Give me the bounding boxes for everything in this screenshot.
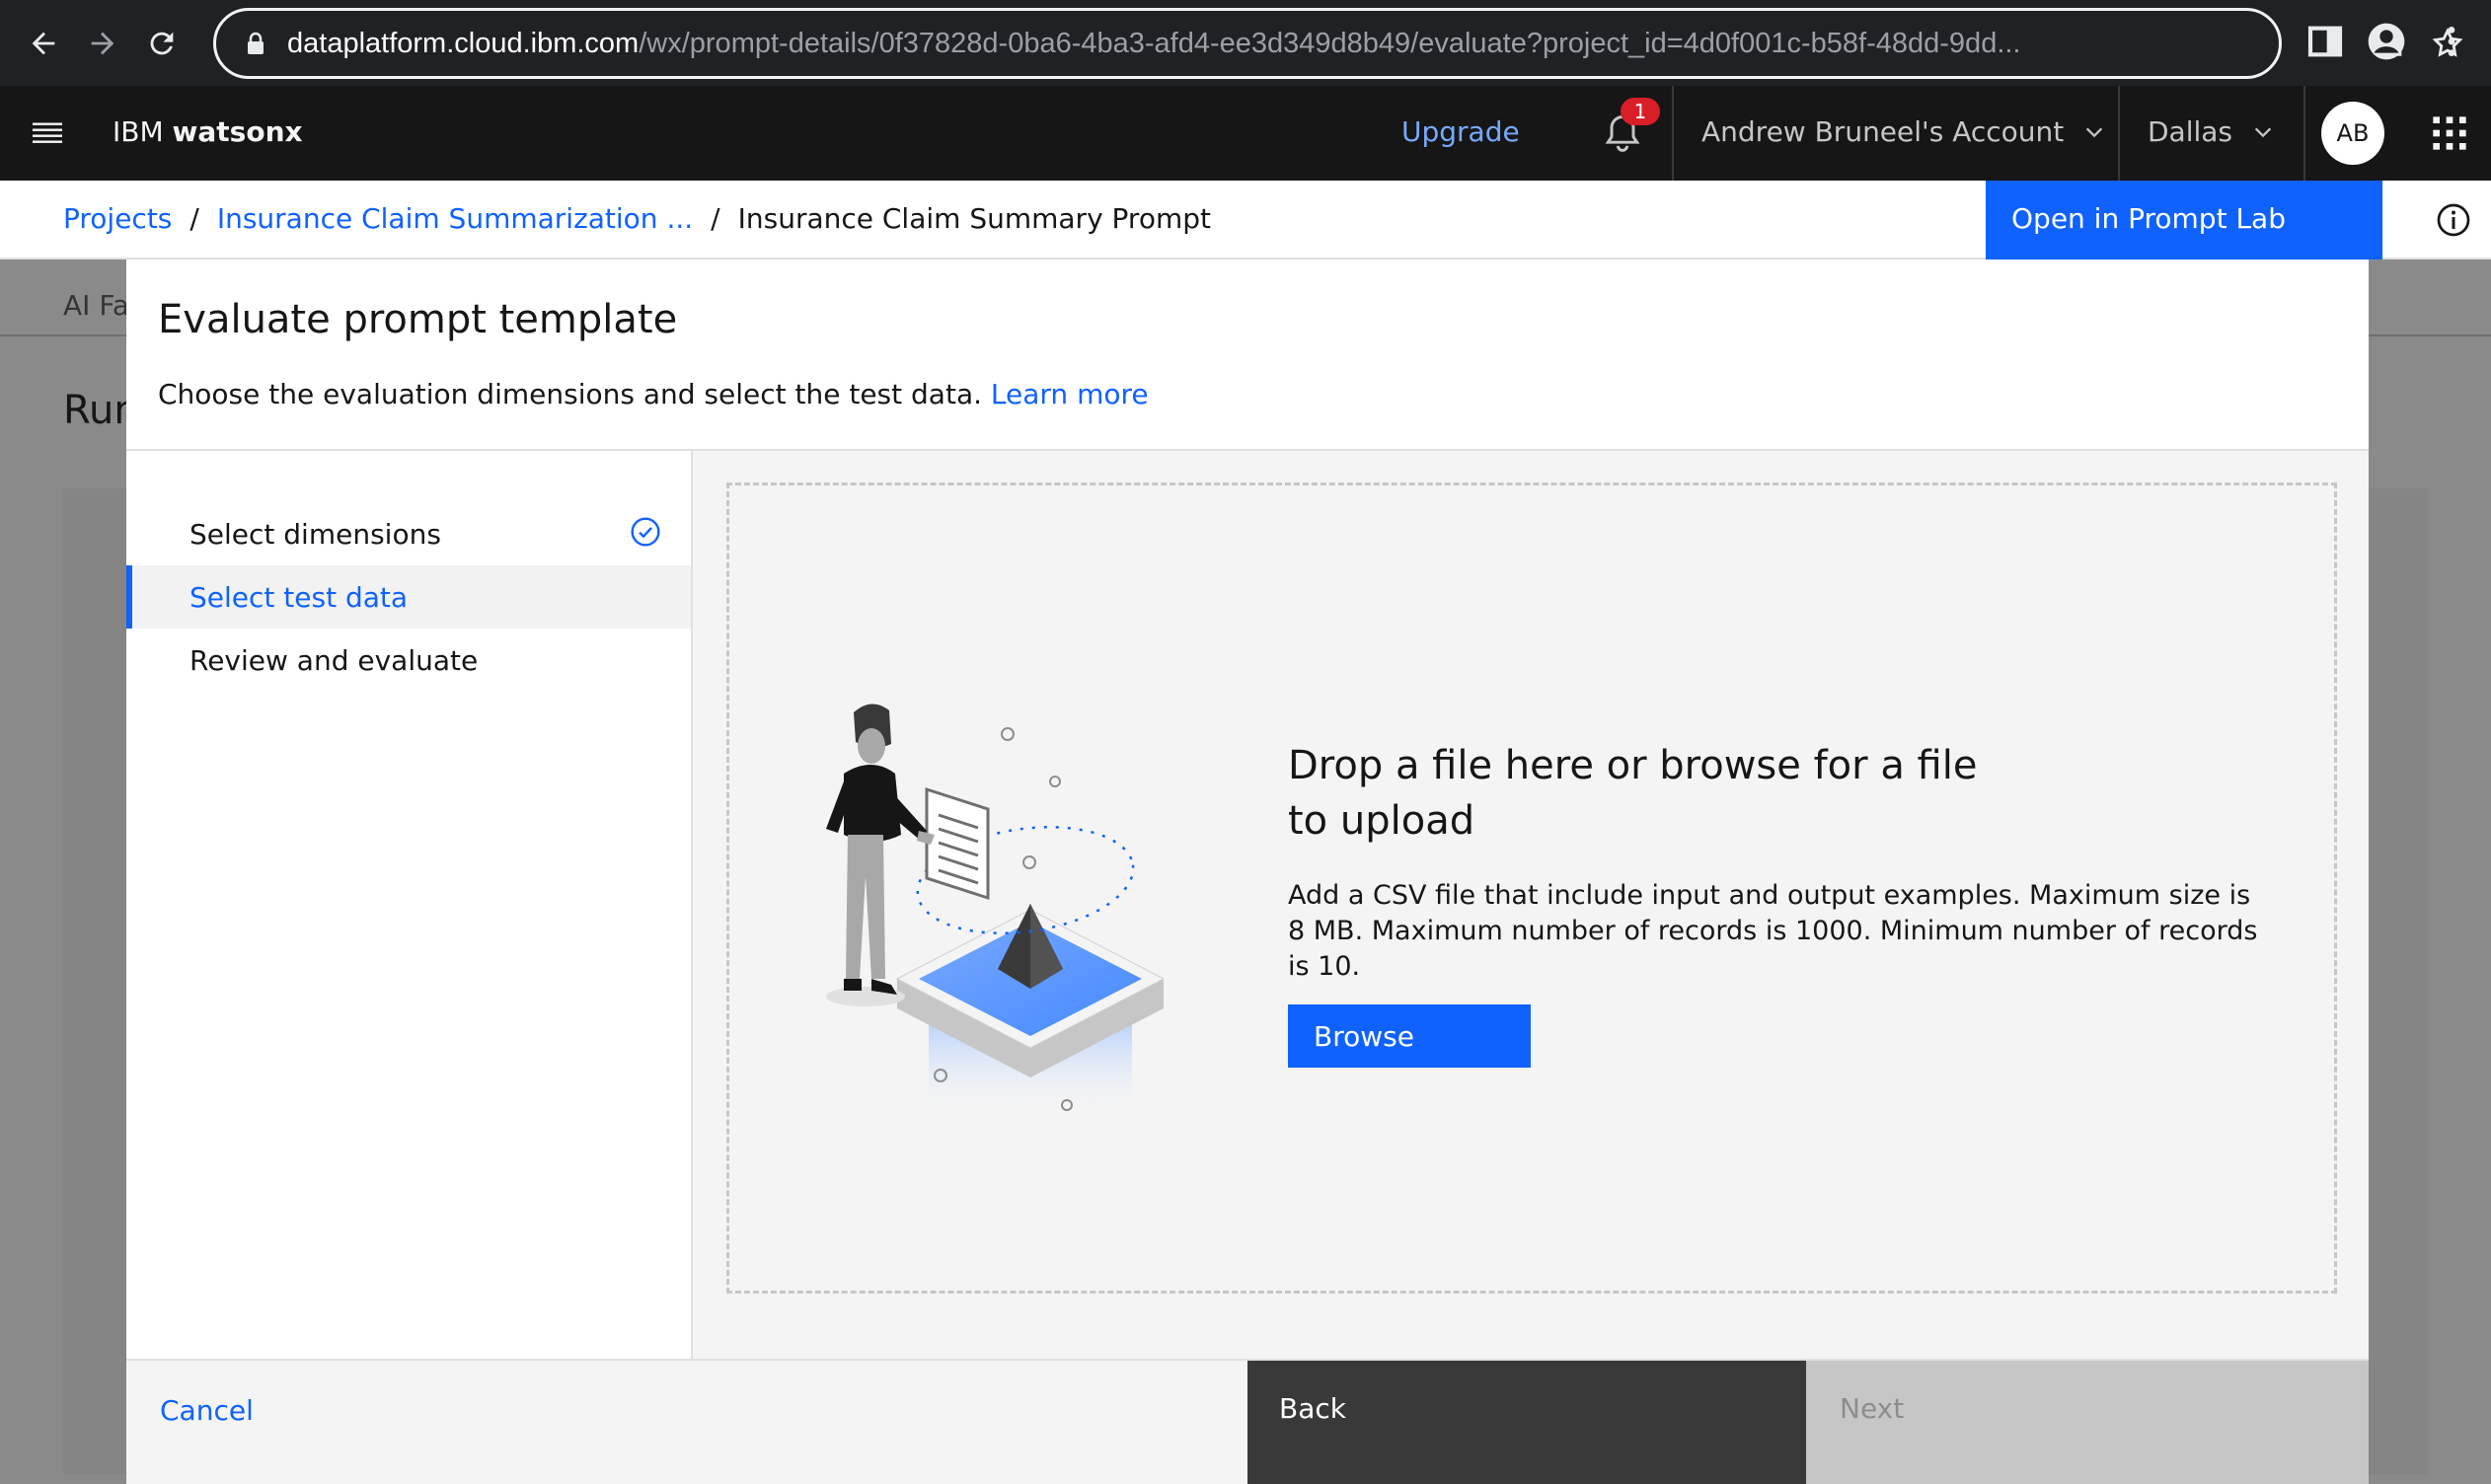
modal-title: Evaluate prompt template [158, 297, 678, 342]
upgrade-link[interactable]: Upgrade [1401, 115, 1520, 148]
lock-icon [248, 32, 264, 54]
chevron-down-icon [2254, 127, 2272, 137]
checkmark-circle-icon [631, 517, 660, 547]
step-label: Select dimensions [189, 518, 441, 551]
url-text: dataplatform.cloud.ibm.com/wx/prompt-det… [287, 27, 2021, 59]
breadcrumb-separator: / [189, 202, 199, 235]
step-select-dimensions[interactable]: Select dimensions [126, 502, 691, 565]
forward-arrow-icon[interactable] [73, 14, 132, 73]
notification-count-badge: 1 [1621, 98, 1660, 125]
step-select-test-data[interactable]: Select test data [126, 565, 691, 629]
next-button[interactable]: Next [1806, 1361, 2369, 1484]
header-divider [1672, 86, 1674, 181]
breadcrumb: Projects / Insurance Claim Summarization… [63, 202, 1211, 235]
step-review-and-evaluate[interactable]: Review and evaluate [126, 629, 691, 692]
info-icon[interactable] [2436, 202, 2471, 238]
chevron-down-icon [2086, 127, 2103, 137]
learn-more-link[interactable]: Learn more [991, 378, 1149, 410]
product-name[interactable]: IBM watsonx [113, 115, 303, 148]
modal-footer: Cancel Back Next [126, 1359, 2369, 1484]
app-switcher-icon[interactable] [2430, 113, 2469, 153]
browser-menu-icon[interactable] [2432, 22, 2471, 61]
dropzone-description: Add a CSV file that include input and ou… [1288, 880, 2258, 982]
browse-button[interactable]: Browse [1288, 1004, 1531, 1068]
open-in-prompt-lab-button[interactable]: Open in Prompt Lab [1986, 181, 2382, 260]
step-label: Review and evaluate [189, 644, 479, 677]
back-arrow-icon[interactable] [14, 14, 73, 73]
breadcrumb-bar: Projects / Insurance Claim Summarization… [0, 181, 2491, 260]
profile-icon[interactable] [2367, 22, 2406, 61]
evaluate-modal: Evaluate prompt template Choose the eval… [126, 260, 2369, 1484]
header-divider [2118, 86, 2120, 181]
hamburger-menu-icon[interactable] [30, 115, 65, 151]
region-switcher[interactable]: Dallas [2148, 115, 2274, 148]
breadcrumb-project[interactable]: Insurance Claim Summarization ... [217, 202, 693, 235]
breadcrumb-separator: / [711, 202, 720, 235]
breadcrumb-projects[interactable]: Projects [63, 202, 172, 235]
dropzone-title: Drop a file here or browse for a file to… [1288, 743, 1978, 844]
avatar[interactable]: AB [2321, 102, 2384, 165]
app-header: IBM watsonx Upgrade 1 Andrew Bruneel's A… [0, 86, 2491, 181]
upload-illustration [826, 704, 1164, 1117]
account-label: Andrew Bruneel's Account [1701, 115, 2065, 148]
browser-toolbar: dataplatform.cloud.ibm.com/wx/prompt-det… [0, 0, 2491, 86]
reload-icon[interactable] [132, 14, 191, 73]
region-label: Dallas [2148, 115, 2233, 148]
step-label: Select test data [189, 581, 409, 614]
progress-steps: Select dimensions Select test data Revie… [126, 451, 693, 1359]
back-button[interactable]: Back [1247, 1361, 1806, 1484]
account-switcher[interactable]: Andrew Bruneel's Account [1701, 115, 2105, 148]
modal-subtitle: Choose the evaluation dimensions and sel… [158, 378, 1149, 410]
header-divider [2303, 86, 2305, 181]
cancel-button[interactable]: Cancel [160, 1394, 254, 1427]
address-bar[interactable]: dataplatform.cloud.ibm.com/wx/prompt-det… [213, 8, 2463, 79]
upload-content: Drop a file here or browse for a file to… [693, 451, 2369, 1359]
file-dropzone[interactable]: Drop a file here or browse for a file to… [726, 482, 2337, 1294]
breadcrumb-current: Insurance Claim Summary Prompt [737, 202, 1211, 235]
side-panel-icon[interactable] [2305, 22, 2345, 61]
